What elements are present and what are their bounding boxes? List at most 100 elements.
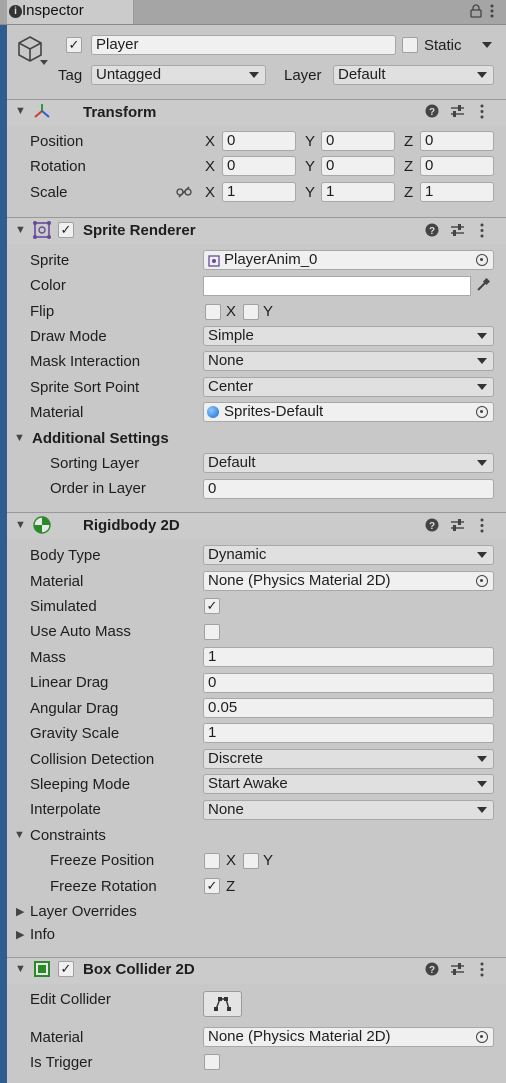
additional-settings-label[interactable]: Additional Settings bbox=[32, 430, 169, 447]
linear-drag-input[interactable]: 0 bbox=[203, 673, 494, 693]
constrain-proportions-icon[interactable] bbox=[176, 185, 192, 202]
material-value: Sprites-Default bbox=[224, 403, 324, 420]
object-picker-icon[interactable] bbox=[476, 254, 488, 266]
position-z-input[interactable]: 0 bbox=[420, 131, 494, 151]
scale-z-input[interactable]: 1 bbox=[420, 182, 494, 202]
kebab-menu-icon[interactable] bbox=[480, 223, 484, 242]
interpolate-dropdown[interactable]: None bbox=[203, 800, 494, 820]
draw-mode-dropdown[interactable]: Simple bbox=[203, 326, 494, 346]
transform-title: Transform bbox=[83, 104, 157, 121]
scale-x-axis[interactable]: X bbox=[205, 184, 215, 201]
simulated-checkbox[interactable]: ✓ bbox=[204, 598, 220, 614]
freeze-rotation-z-label: Z bbox=[226, 878, 236, 895]
mass-label: Mass bbox=[30, 649, 66, 666]
sprite-object-field[interactable]: PlayerAnim_0 bbox=[203, 250, 494, 270]
position-x-input[interactable]: 0 bbox=[222, 131, 296, 151]
sprite-renderer-enabled-checkbox[interactable]: ✓ bbox=[58, 222, 74, 238]
rotation-y-axis[interactable]: Y bbox=[305, 158, 315, 175]
gameobject-name-input[interactable]: Player bbox=[91, 35, 396, 55]
presets-icon[interactable] bbox=[450, 104, 465, 121]
help-icon[interactable]: ? bbox=[425, 962, 439, 980]
transform-foldout-icon[interactable]: ▼ bbox=[15, 105, 26, 117]
freeze-rotation-z-checkbox[interactable]: ✓ bbox=[204, 878, 220, 894]
is-trigger-checkbox[interactable] bbox=[204, 1054, 220, 1070]
angular-drag-input[interactable]: 0.05 bbox=[203, 698, 494, 718]
interpolate-label: Interpolate bbox=[30, 801, 101, 818]
additional-settings-foldout-icon[interactable]: ▼ bbox=[14, 432, 25, 444]
rotation-z-input[interactable]: 0 bbox=[420, 156, 494, 176]
static-dropdown-arrow[interactable] bbox=[482, 42, 492, 48]
scale-y-input[interactable]: 1 bbox=[321, 182, 395, 202]
help-icon[interactable]: ? bbox=[425, 104, 439, 121]
box-collider-2d-foldout-icon[interactable]: ▼ bbox=[15, 963, 26, 975]
angular-drag-label: Angular Drag bbox=[30, 700, 119, 717]
tab-menu-icon[interactable] bbox=[490, 3, 494, 23]
collision-detection-dropdown[interactable]: Discrete bbox=[203, 749, 494, 769]
sleeping-mode-dropdown[interactable]: Start Awake bbox=[203, 774, 494, 794]
presets-icon[interactable] bbox=[450, 518, 465, 536]
rigidbody-2d-title: Rigidbody 2D bbox=[83, 517, 180, 534]
info-label[interactable]: Info bbox=[30, 926, 55, 943]
sprite-sort-point-dropdown[interactable]: Center bbox=[203, 377, 494, 397]
presets-icon[interactable] bbox=[450, 223, 465, 241]
sorting-layer-value: Default bbox=[208, 454, 256, 471]
kebab-menu-icon[interactable] bbox=[480, 962, 484, 981]
bc-material-object-field[interactable]: None (Physics Material 2D) bbox=[203, 1027, 494, 1047]
layer-overrides-foldout-icon[interactable]: ▶ bbox=[16, 905, 24, 918]
help-icon[interactable]: ? bbox=[425, 518, 439, 536]
constraints-label[interactable]: Constraints bbox=[30, 827, 106, 844]
icon-dropdown-arrow[interactable] bbox=[40, 60, 48, 65]
scale-z-axis[interactable]: Z bbox=[404, 184, 413, 201]
flip-x-checkbox[interactable] bbox=[205, 304, 221, 320]
mass-input[interactable]: 1 bbox=[203, 647, 494, 667]
sprite-renderer-foldout-icon[interactable]: ▼ bbox=[15, 224, 26, 236]
sorting-layer-dropdown[interactable]: Default bbox=[203, 453, 494, 473]
rotation-x-axis[interactable]: X bbox=[205, 158, 215, 175]
scale-y-axis[interactable]: Y bbox=[305, 184, 315, 201]
layer-overrides-label[interactable]: Layer Overrides bbox=[30, 903, 137, 920]
static-checkbox[interactable] bbox=[402, 37, 418, 53]
box-collider-enabled-checkbox[interactable]: ✓ bbox=[58, 961, 74, 977]
kebab-menu-icon[interactable] bbox=[480, 104, 484, 123]
freeze-position-y-label: Y bbox=[263, 852, 274, 869]
edit-collider-button[interactable] bbox=[203, 991, 242, 1017]
transform-icon bbox=[33, 102, 51, 124]
tag-label: Tag bbox=[58, 67, 83, 84]
constraints-foldout-icon[interactable]: ▼ bbox=[14, 829, 25, 841]
info-foldout-icon[interactable]: ▶ bbox=[16, 928, 24, 941]
eyedropper-icon[interactable] bbox=[476, 277, 491, 296]
object-picker-icon[interactable] bbox=[476, 406, 488, 418]
rb-material-object-field[interactable]: None (Physics Material 2D) bbox=[203, 571, 494, 591]
position-z-axis[interactable]: Z bbox=[404, 133, 413, 150]
tag-dropdown[interactable]: Untagged bbox=[91, 65, 266, 85]
scale-x-input[interactable]: 1 bbox=[222, 182, 296, 202]
freeze-position-x-checkbox[interactable] bbox=[204, 853, 220, 869]
presets-icon[interactable] bbox=[450, 962, 465, 980]
active-checkbox[interactable]: ✓ bbox=[66, 37, 82, 53]
material-object-field[interactable]: Sprites-Default bbox=[203, 402, 494, 422]
use-auto-mass-checkbox[interactable] bbox=[204, 624, 220, 640]
object-picker-icon[interactable] bbox=[476, 575, 488, 587]
rotation-z-axis[interactable]: Z bbox=[404, 158, 413, 175]
kebab-menu-icon[interactable] bbox=[480, 518, 484, 537]
gravity-scale-input[interactable]: 1 bbox=[203, 723, 494, 743]
rigidbody-2d-foldout-icon[interactable]: ▼ bbox=[15, 519, 26, 531]
lock-icon[interactable] bbox=[470, 4, 482, 22]
freeze-position-y-checkbox[interactable] bbox=[243, 853, 259, 869]
rotation-y-input[interactable]: 0 bbox=[321, 156, 395, 176]
position-y-input[interactable]: 0 bbox=[321, 131, 395, 151]
flip-y-checkbox[interactable] bbox=[243, 304, 259, 320]
help-icon[interactable]: ? bbox=[425, 223, 439, 241]
order-in-layer-input[interactable]: 0 bbox=[203, 479, 494, 499]
object-picker-icon[interactable] bbox=[476, 1031, 488, 1043]
position-y-axis[interactable]: Y bbox=[305, 133, 315, 150]
mask-interaction-dropdown[interactable]: None bbox=[203, 351, 494, 371]
mask-interaction-value: None bbox=[208, 352, 244, 369]
body-type-dropdown[interactable]: Dynamic bbox=[203, 545, 494, 565]
color-swatch[interactable] bbox=[203, 276, 471, 296]
freeze-position-label: Freeze Position bbox=[50, 852, 155, 869]
rotation-x-input[interactable]: 0 bbox=[222, 156, 296, 176]
position-x-axis[interactable]: X bbox=[205, 133, 215, 150]
body-type-label: Body Type bbox=[30, 547, 101, 564]
layer-dropdown[interactable]: Default bbox=[333, 65, 494, 85]
